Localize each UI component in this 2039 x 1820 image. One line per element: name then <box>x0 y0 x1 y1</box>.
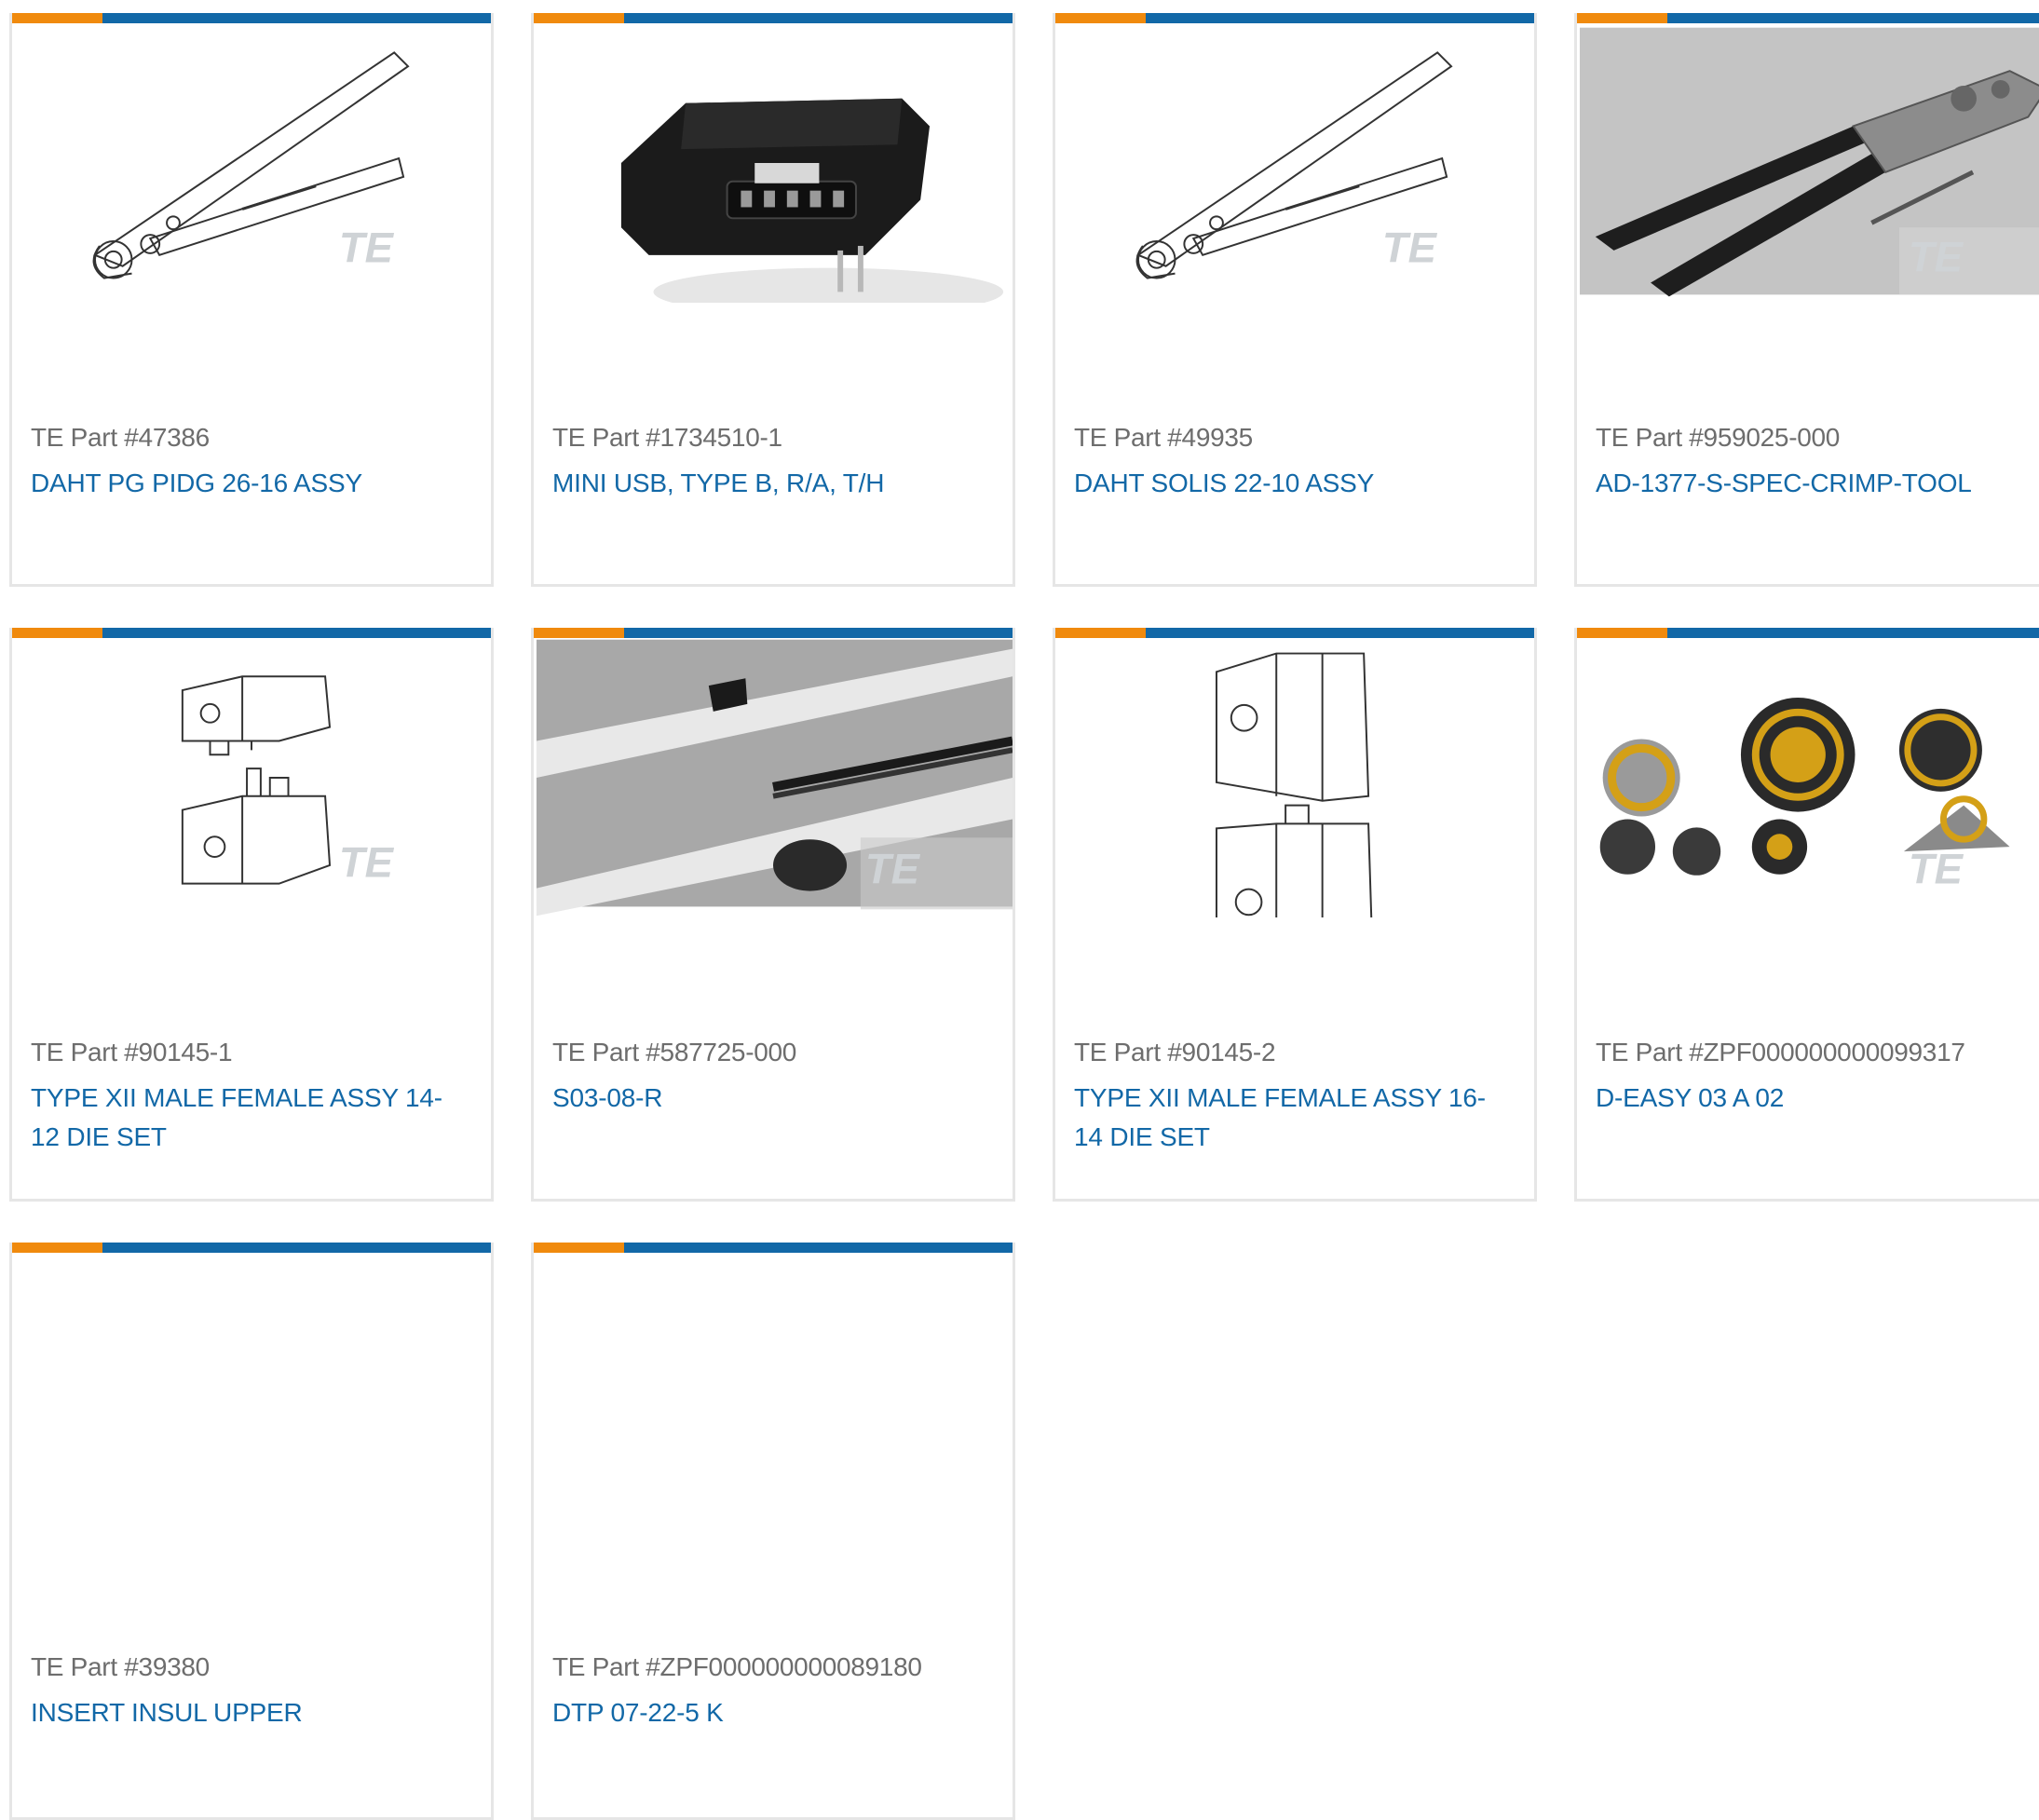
product-card[interactable]: TE TE Part #90145-1 TYPE XII MALE FEMALE… <box>9 628 494 1202</box>
product-card[interactable]: TE TE Part #ZPF000000000099317 D-EASY 03… <box>1574 628 2039 1202</box>
part-number: TE Part #ZPF000000000099317 <box>1596 1038 1965 1066</box>
product-card[interactable]: TE TE Part #1734510-1 MINI USB, TYPE B, … <box>531 13 1015 587</box>
part-number: TE Part #49935 <box>1074 423 1253 452</box>
card-accent-bar <box>1577 13 2039 23</box>
part-number: TE Part #587725-000 <box>552 1038 797 1066</box>
product-link[interactable]: MINI USB, TYPE B, R/A, T/H <box>552 464 985 503</box>
product-link[interactable]: DAHT SOLIS 22-10 ASSY <box>1074 464 1506 503</box>
card-accent-bar <box>1055 628 1534 638</box>
card-accent-bar <box>534 628 1013 638</box>
circular-connectors-icon[interactable]: TE <box>1577 638 2039 917</box>
part-number: TE Part #47386 <box>31 423 210 452</box>
product-link[interactable]: D-EASY 03 A 02 <box>1596 1079 2028 1118</box>
product-grid: TE TE Part #47386 DAHT PG PIDG 26-16 ASS… <box>0 0 2039 1820</box>
te-watermark: TE <box>339 839 395 887</box>
product-image-placeholder[interactable] <box>534 1253 1013 1532</box>
te-watermark: TE <box>1909 234 1964 281</box>
die-set-icon[interactable]: TE <box>12 638 491 917</box>
part-number: TE Part #39380 <box>31 1652 210 1681</box>
part-number: TE Part #ZPF000000000089180 <box>552 1652 922 1681</box>
product-card[interactable]: TE Part #39380 INSERT INSUL UPPER <box>9 1243 494 1820</box>
te-watermark: TE <box>865 846 921 893</box>
product-link[interactable]: DAHT PG PIDG 26-16 ASSY <box>31 464 463 503</box>
product-card[interactable]: TE TE Part #587725-000 S03-08-R <box>531 628 1015 1202</box>
te-watermark: TE <box>1909 846 1964 893</box>
card-accent-bar <box>12 628 491 638</box>
product-card[interactable]: TE TE Part #959025-000 AD-1377-S-SPEC-CR… <box>1574 13 2039 587</box>
product-card[interactable]: TE TE Part #49935 DAHT SOLIS 22-10 ASSY <box>1053 13 1537 587</box>
product-link[interactable]: INSERT INSUL UPPER <box>31 1693 463 1732</box>
product-link[interactable]: S03-08-R <box>552 1079 985 1118</box>
product-link[interactable]: DTP 07-22-5 K <box>552 1693 985 1732</box>
crimp-tool-drawing-icon[interactable]: TE <box>12 23 491 303</box>
card-accent-bar <box>534 13 1013 23</box>
part-number: TE Part #1734510-1 <box>552 423 782 452</box>
mini-usb-connector-icon[interactable]: TE <box>534 23 1013 303</box>
die-set-icon[interactable]: TE <box>1055 638 1534 917</box>
card-accent-bar <box>1055 13 1534 23</box>
product-link[interactable]: AD-1377-S-SPEC-CRIMP-TOOL <box>1596 464 2028 503</box>
part-number: TE Part #90145-2 <box>1074 1038 1276 1066</box>
part-number: TE Part #90145-1 <box>31 1038 233 1066</box>
cable-sleeve-photo-icon[interactable]: TE <box>534 638 1013 917</box>
card-accent-bar <box>12 13 491 23</box>
product-link[interactable]: TYPE XII MALE FEMALE ASSY 14-12 DIE SET <box>31 1079 463 1157</box>
product-link[interactable]: TYPE XII MALE FEMALE ASSY 16-14 DIE SET <box>1074 1079 1506 1157</box>
card-accent-bar <box>534 1243 1013 1253</box>
card-accent-bar <box>12 1243 491 1253</box>
te-watermark: TE <box>1382 224 1438 272</box>
part-number: TE Part #959025-000 <box>1596 423 1841 452</box>
crimp-tool-photo-icon[interactable]: TE <box>1577 23 2039 303</box>
card-accent-bar <box>1577 628 2039 638</box>
crimp-tool-drawing-icon[interactable]: TE <box>1055 23 1534 303</box>
te-watermark: TE <box>339 224 395 272</box>
product-image-placeholder[interactable] <box>12 1253 491 1532</box>
product-card[interactable]: TE TE Part #47386 DAHT PG PIDG 26-16 ASS… <box>9 13 494 587</box>
product-card[interactable]: TE Part #ZPF000000000089180 DTP 07-22-5 … <box>531 1243 1015 1820</box>
product-card[interactable]: TE TE Part #90145-2 TYPE XII MALE FEMALE… <box>1053 628 1537 1202</box>
